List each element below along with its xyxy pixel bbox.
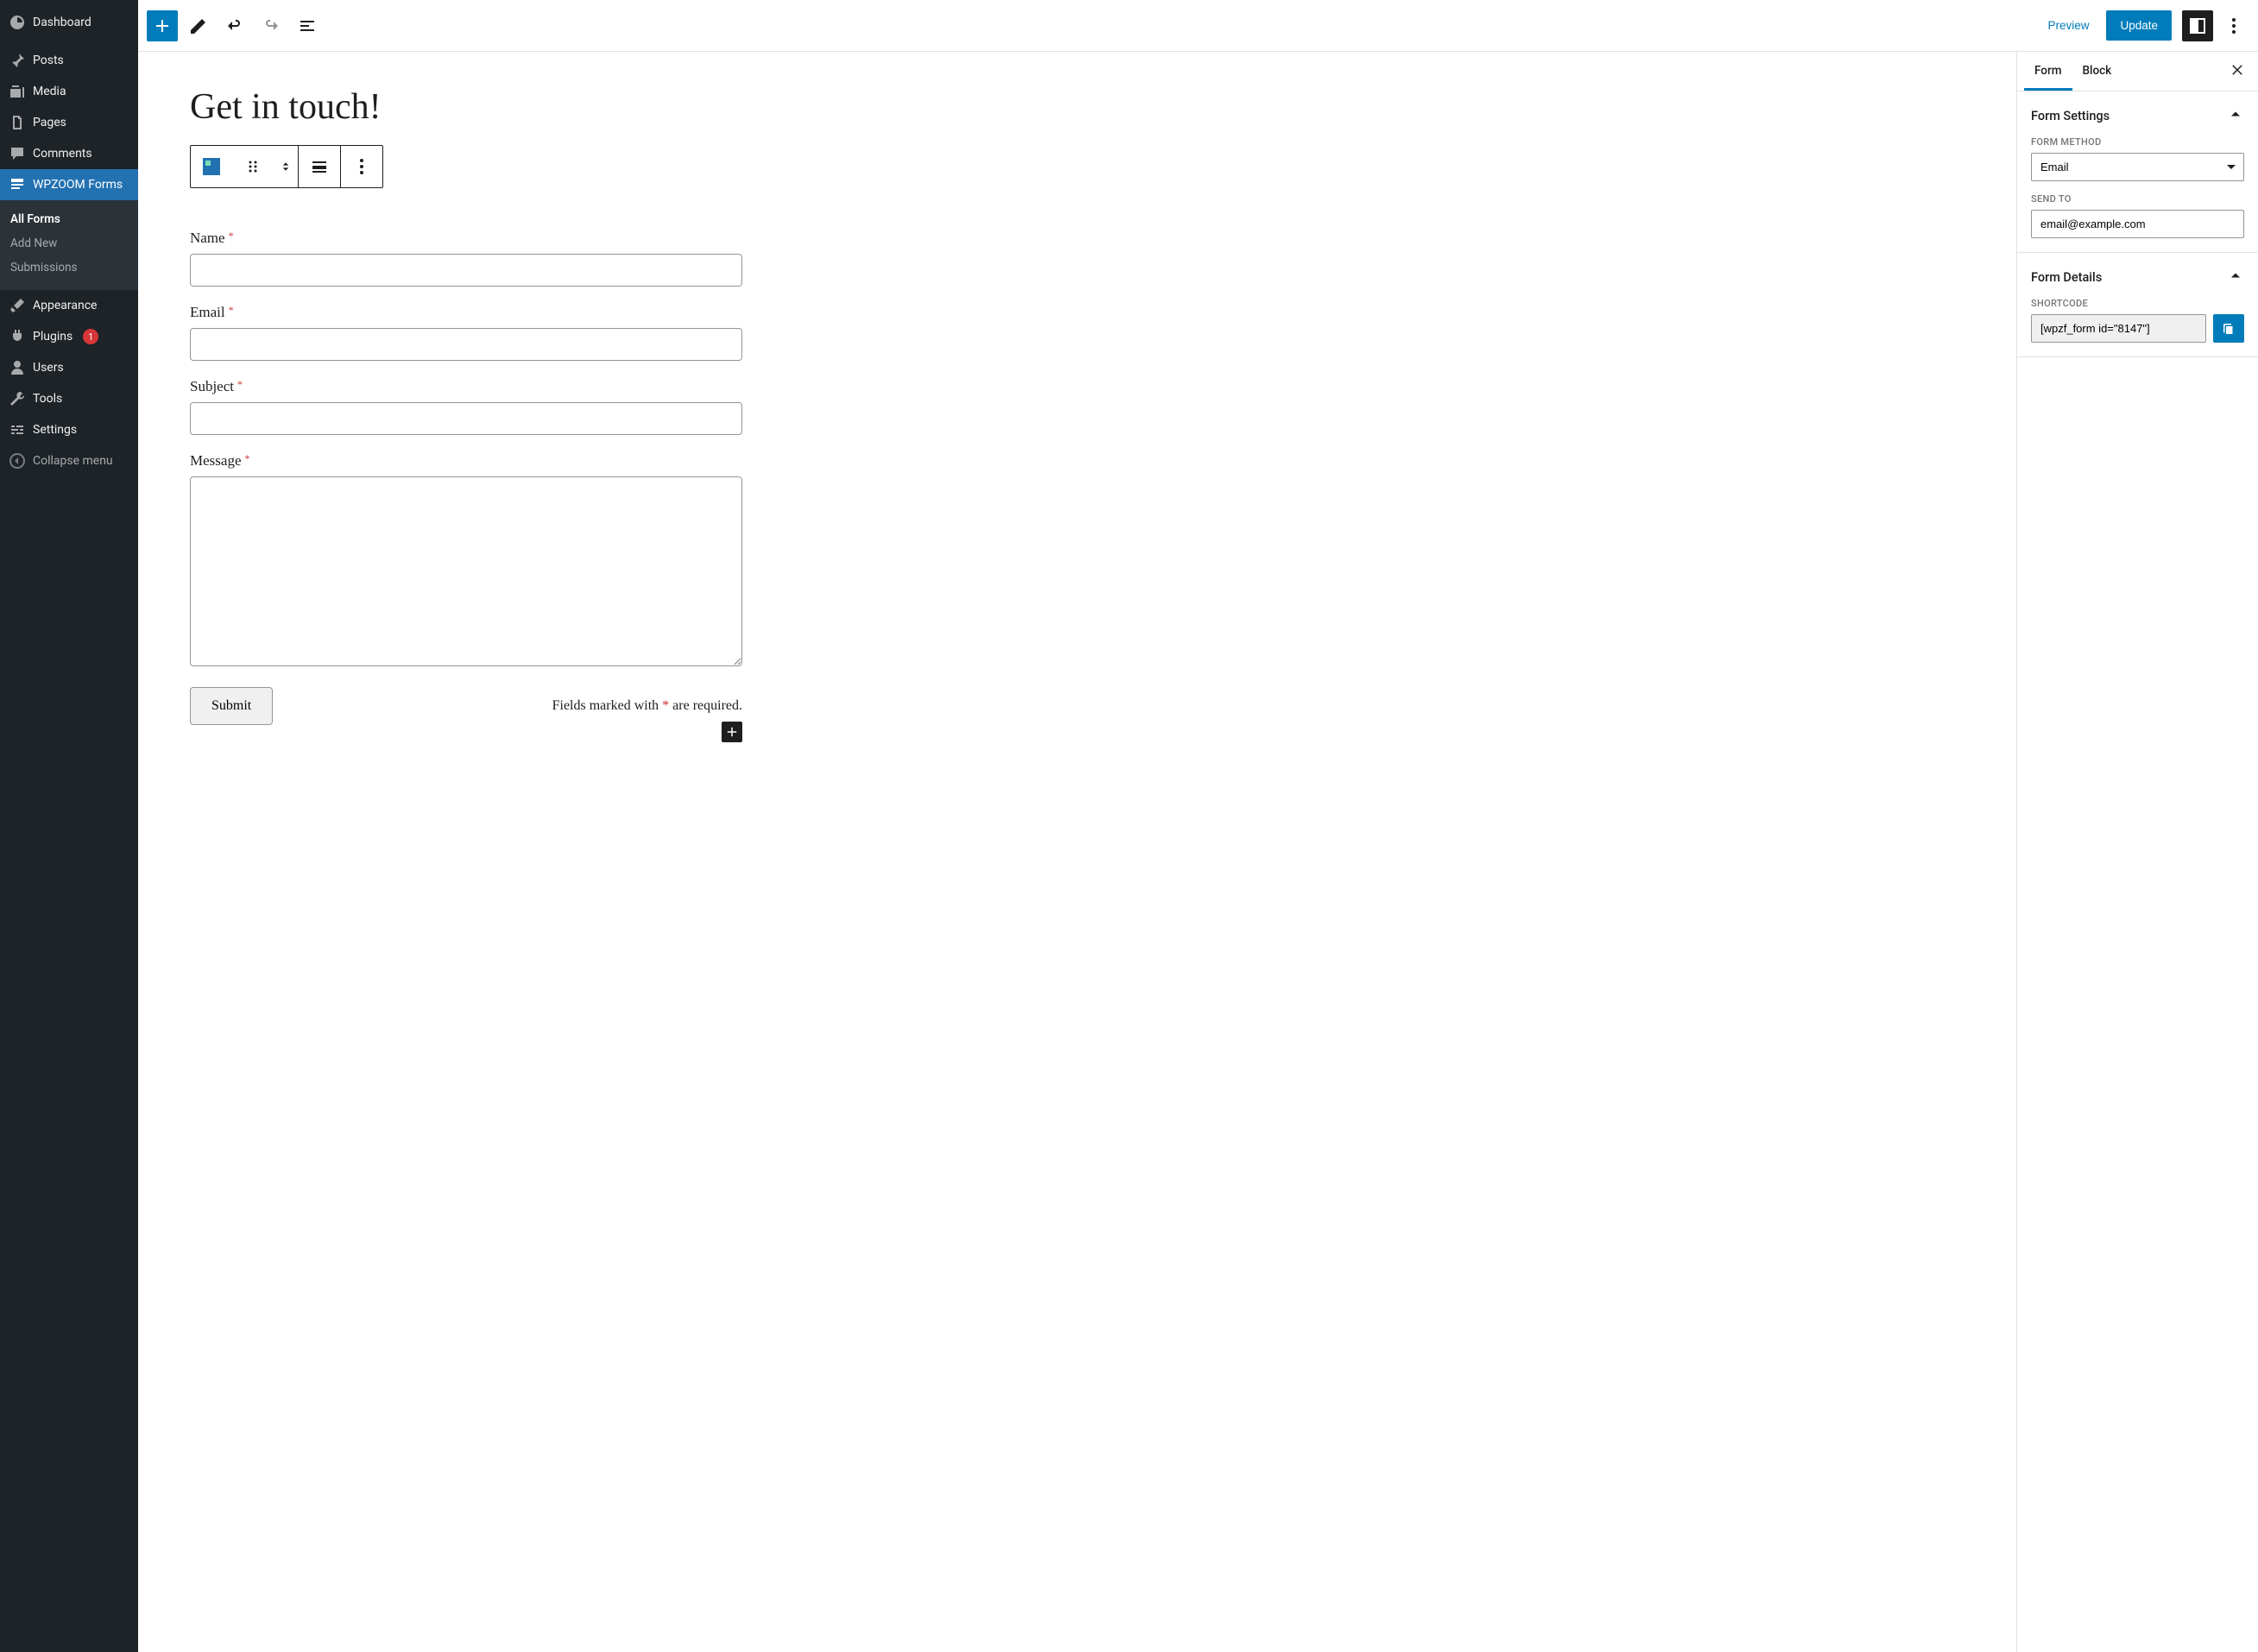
sidebar-item-tools[interactable]: Tools [0, 383, 138, 414]
sidebar-label: Pages [33, 116, 66, 129]
submenu-item-submissions[interactable]: Submissions [0, 255, 138, 280]
user-icon [9, 359, 26, 376]
chevron-up-icon [2227, 105, 2244, 126]
brush-icon [9, 297, 26, 314]
document-overview-button[interactable] [292, 10, 323, 41]
form-preview: Name* Email* Subject* Message* [190, 230, 742, 725]
tab-form[interactable]: Form [2024, 52, 2072, 91]
sidebar-label: Collapse menu [33, 454, 113, 468]
submenu-item-add-new[interactable]: Add New [0, 231, 138, 255]
subject-field[interactable] [190, 402, 742, 435]
edit-tools-button[interactable] [183, 10, 214, 41]
block-move-button[interactable] [274, 146, 298, 187]
sidebar-label: Settings [33, 423, 77, 437]
editor-topbar: Preview Update [138, 0, 2258, 52]
panel-toggle-form-settings[interactable]: Form Settings [2031, 105, 2244, 126]
panel-toggle-form-details[interactable]: Form Details [2031, 267, 2244, 287]
append-block-button[interactable] [722, 722, 742, 742]
pin-icon [9, 52, 26, 69]
add-block-button[interactable] [147, 10, 178, 41]
label-form-method: FORM METHOD [2031, 136, 2244, 148]
toggle-settings-panel-button[interactable] [2182, 10, 2213, 41]
panel-form-details: Form Details SHORTCODE [2017, 253, 2258, 357]
sidebar-item-wpzoom-forms[interactable]: WPZOOM Forms [0, 169, 138, 200]
field-label-subject: Subject* [190, 378, 742, 395]
panel-form-settings: Form Settings FORM METHOD Email [2017, 91, 2258, 253]
label-send-to: SEND TO [2031, 193, 2244, 205]
sidebar-label: Users [33, 361, 64, 375]
sidebar-item-comments[interactable]: Comments [0, 138, 138, 169]
block-align-button[interactable] [299, 146, 340, 187]
field-label-email: Email* [190, 304, 742, 321]
submenu-item-all-forms[interactable]: All Forms [0, 207, 138, 231]
settings-panel: Form Block Form Settings FO [2016, 52, 2258, 1652]
editor-canvas: Get in touch! [138, 52, 2016, 1652]
wrench-icon [9, 390, 26, 407]
sidebar-item-users[interactable]: Users [0, 352, 138, 383]
sidebar-collapse[interactable]: Collapse menu [0, 445, 138, 476]
settings-icon [9, 421, 26, 438]
sidebar-label: Dashboard [33, 16, 91, 29]
send-to-input[interactable] [2031, 210, 2244, 238]
plug-icon [9, 328, 26, 345]
sidebar-label: Plugins [33, 330, 73, 344]
settings-tabs: Form Block [2017, 52, 2258, 91]
sidebar-item-posts[interactable]: Posts [0, 45, 138, 76]
wp-admin-sidebar: Dashboard Posts Media Pages Comments [0, 0, 138, 1652]
close-settings-button[interactable] [2223, 62, 2251, 81]
undo-button[interactable] [219, 10, 250, 41]
message-field[interactable] [190, 476, 742, 666]
more-options-button[interactable] [2218, 10, 2249, 41]
sidebar-item-appearance[interactable]: Appearance [0, 290, 138, 321]
comment-icon [9, 145, 26, 162]
required-mark-icon: * [229, 304, 234, 316]
required-mark-icon: * [237, 378, 243, 390]
sidebar-item-pages[interactable]: Pages [0, 107, 138, 138]
tab-block[interactable]: Block [2072, 52, 2122, 91]
block-drag-handle[interactable] [232, 146, 274, 187]
sidebar-item-media[interactable]: Media [0, 76, 138, 107]
page-title[interactable]: Get in touch! [190, 86, 1965, 128]
pages-icon [9, 114, 26, 131]
sidebar-label: Comments [33, 147, 92, 161]
field-label-name: Name* [190, 230, 742, 247]
chevron-up-icon [2227, 267, 2244, 287]
sidebar-item-plugins[interactable]: Plugins 1 [0, 321, 138, 352]
sidebar-item-dashboard[interactable]: Dashboard [0, 7, 138, 38]
name-field[interactable] [190, 254, 742, 287]
label-shortcode: SHORTCODE [2031, 298, 2244, 309]
required-mark-icon: * [244, 452, 249, 464]
form-method-select[interactable]: Email [2031, 153, 2244, 181]
sidebar-label: Appearance [33, 299, 97, 312]
sidebar-submenu: All Forms Add New Submissions [0, 200, 138, 290]
required-fields-note: Fields marked with * are required. [552, 698, 742, 714]
field-label-message: Message* [190, 452, 742, 470]
submit-button[interactable]: Submit [190, 687, 273, 725]
media-icon [9, 83, 26, 100]
block-type-button[interactable] [191, 146, 232, 187]
email-field[interactable] [190, 328, 742, 361]
redo-button[interactable] [255, 10, 287, 41]
block-more-button[interactable] [341, 146, 382, 187]
sidebar-label: Tools [33, 392, 62, 406]
shortcode-input[interactable] [2031, 314, 2206, 343]
plugins-update-badge: 1 [83, 329, 98, 344]
block-toolbar [190, 145, 383, 188]
sidebar-item-settings[interactable]: Settings [0, 414, 138, 445]
update-button[interactable]: Update [2106, 10, 2172, 41]
form-block-icon [203, 158, 220, 175]
sidebar-label: Posts [33, 54, 64, 67]
copy-shortcode-button[interactable] [2213, 314, 2244, 343]
preview-button[interactable]: Preview [2035, 12, 2101, 39]
dashboard-icon [9, 14, 26, 31]
required-mark-icon: * [229, 230, 234, 242]
sidebar-label: Media [33, 85, 66, 98]
sidebar-label: WPZOOM Forms [33, 178, 123, 192]
form-icon [9, 176, 26, 193]
collapse-icon [9, 452, 26, 470]
